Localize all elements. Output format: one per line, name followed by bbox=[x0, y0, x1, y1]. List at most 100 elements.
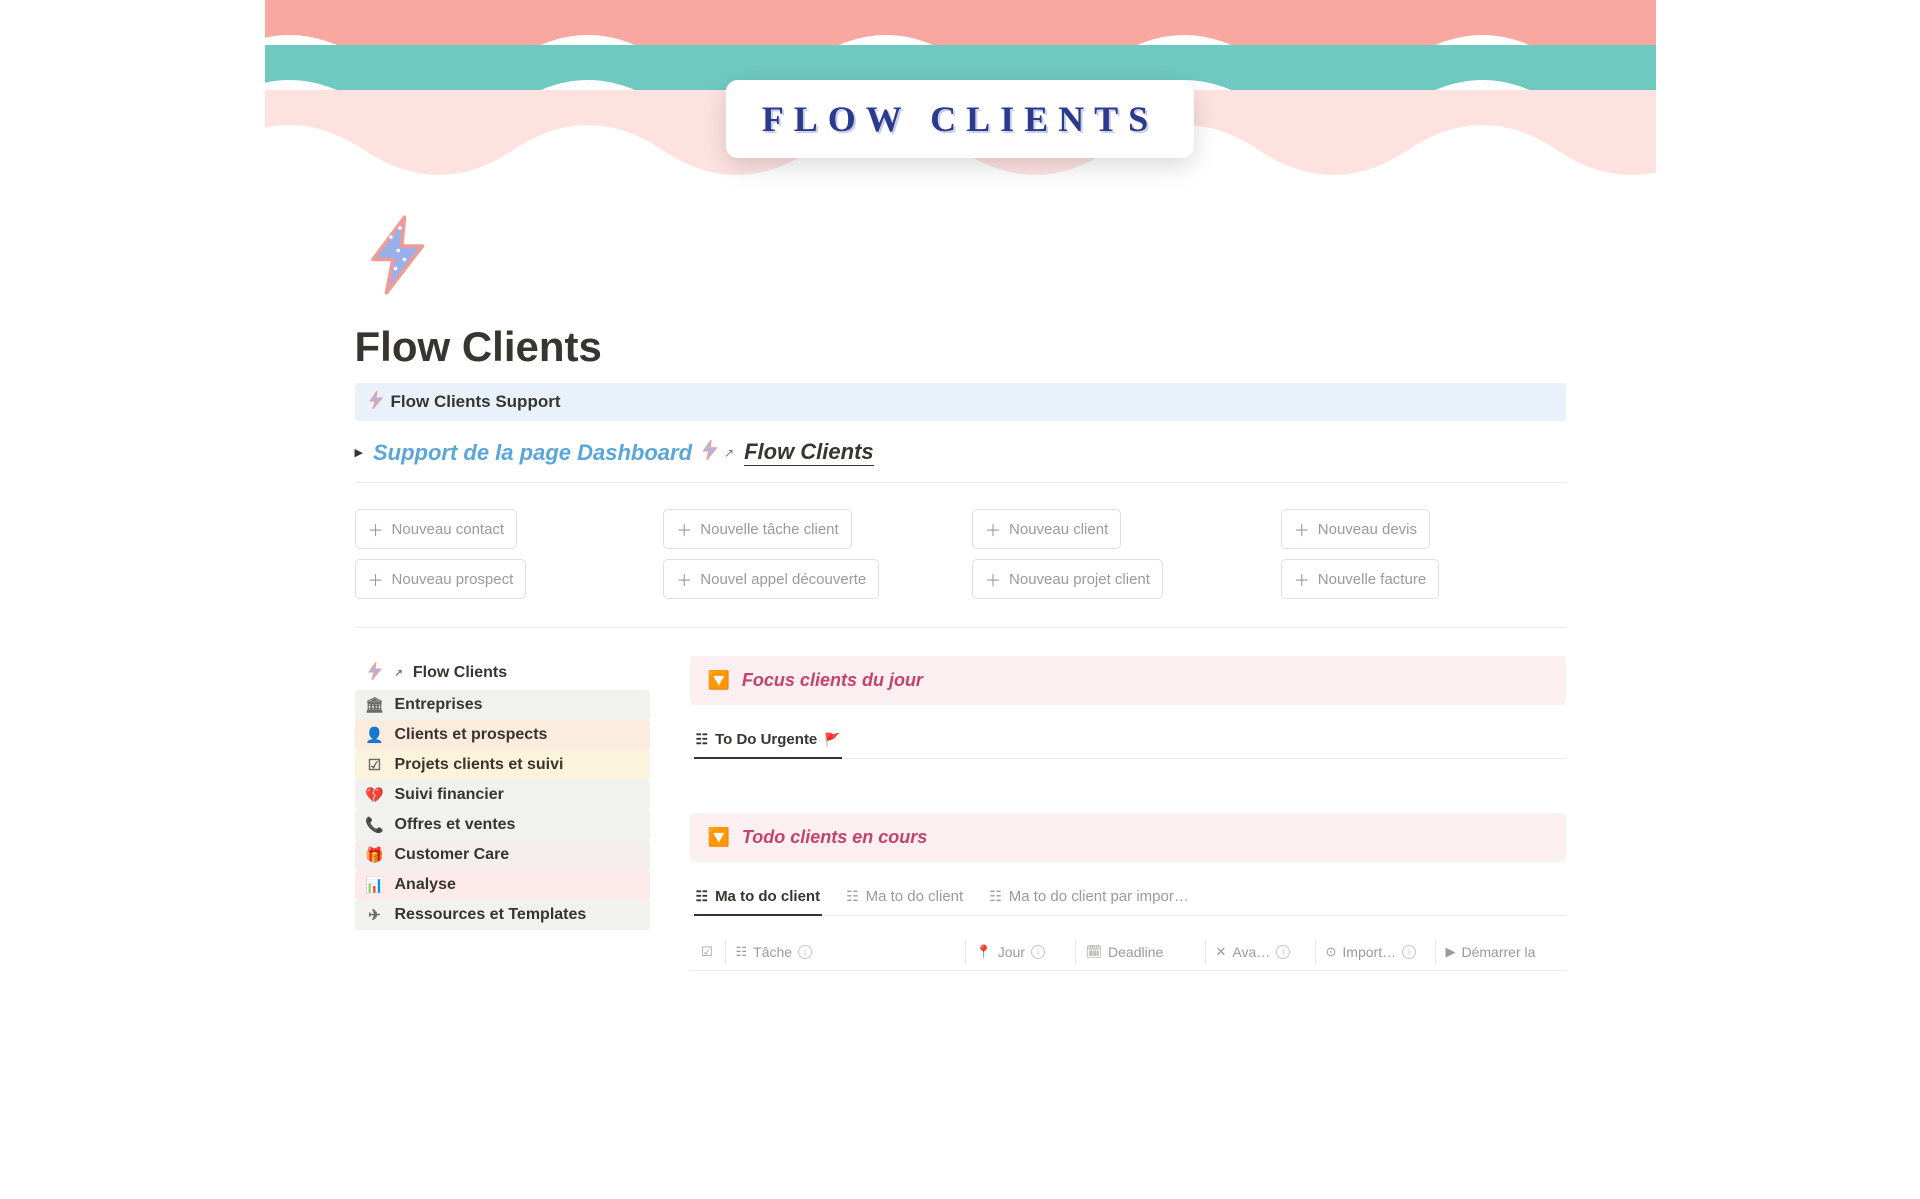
urgent-tab-bar: ☷ To Do Urgente 🚩 bbox=[690, 723, 1566, 759]
nouveau-client-button[interactable]: ＋ Nouveau client bbox=[972, 509, 1121, 549]
toggle-page-ref: Flow Clients bbox=[744, 439, 874, 466]
bank-icon: 🏛 bbox=[365, 696, 385, 714]
nav-item-clients-et-prospects[interactable]: 👤 Clients et prospects bbox=[355, 720, 650, 750]
quick-actions: ＋Nouveau contact ＋Nouveau prospect ＋Nouv… bbox=[355, 509, 1566, 628]
nouvelle-tache-client-button[interactable]: ＋Nouvelle tâche client bbox=[663, 509, 851, 549]
button-label: Nouveau prospect bbox=[392, 571, 514, 588]
lightning-icon bbox=[369, 391, 383, 413]
tab-label: Ma to do client bbox=[866, 888, 964, 905]
col-deadline[interactable]: 🗓 Deadline bbox=[1076, 940, 1206, 964]
nav-item-offres-et-ventes[interactable]: 📞 Offres et ventes bbox=[355, 810, 650, 840]
nav-item-label: Ressources et Templates bbox=[395, 906, 587, 924]
col-tache[interactable]: ☷ Tâchei bbox=[726, 940, 966, 964]
plus-icon: ＋ bbox=[985, 517, 1001, 541]
plus-icon: ＋ bbox=[368, 517, 384, 541]
list-icon: ☷ bbox=[696, 731, 709, 748]
col-jour[interactable]: 📍Jouri bbox=[966, 940, 1076, 964]
checkbox-icon: ☑ bbox=[701, 944, 713, 960]
nav-item-customer-care[interactable]: 🎁 Customer Care bbox=[355, 840, 650, 870]
target-icon: ⊙ bbox=[1326, 944, 1337, 960]
info-icon: i bbox=[1402, 945, 1416, 959]
nouvel-appel-decouverte-button[interactable]: ＋ Nouvel appel découverte bbox=[663, 559, 879, 599]
nouveau-devis-button[interactable]: ＋Nouveau devis bbox=[1281, 509, 1430, 549]
play-icon: ▶ bbox=[1446, 944, 1456, 960]
chart-icon: 📊 bbox=[365, 876, 385, 894]
plus-icon: ＋ bbox=[368, 567, 384, 591]
col-label: Démarrer la bbox=[1462, 944, 1536, 960]
list-icon: ☷ bbox=[696, 888, 709, 905]
col-demarrer[interactable]: ▶ Démarrer la bbox=[1436, 940, 1566, 964]
nav-item-label: Entreprises bbox=[395, 696, 483, 714]
nav-item-ressources-et-templates[interactable]: ✈ Ressources et Templates bbox=[355, 900, 650, 930]
button-label: Nouveau contact bbox=[392, 521, 505, 538]
calendar-icon: 🗓 bbox=[1086, 944, 1103, 960]
focus-clients-callout[interactable]: 🔽 Focus clients du jour bbox=[690, 656, 1566, 705]
todo-tab-bar: ☷Ma to do client☷Ma to do client☷Ma to d… bbox=[690, 880, 1566, 916]
nouveau-prospect-button[interactable]: ＋ Nouveau prospect bbox=[355, 559, 527, 599]
nav-item-label: Customer Care bbox=[395, 846, 510, 864]
col-label: Ava… bbox=[1232, 944, 1270, 960]
send-icon: ✈ bbox=[365, 906, 385, 924]
button-label: Nouveau devis bbox=[1318, 521, 1417, 538]
nav-item-suivi-financier[interactable]: 💔 Suivi financier bbox=[355, 780, 650, 810]
nouveau-contact-button[interactable]: ＋ Nouveau contact bbox=[355, 509, 518, 549]
tab-ma-todo-client-0[interactable]: ☷ Ma to do client bbox=[694, 880, 823, 915]
nav-item-entreprises[interactable]: 🏛 Entreprises bbox=[355, 690, 650, 720]
plus-icon: ＋ bbox=[1294, 567, 1310, 591]
nav-item-analyse[interactable]: 📊Analyse bbox=[355, 870, 650, 900]
tab-ma-todo-client-2[interactable]: ☷Ma to do client par impor… bbox=[987, 880, 1191, 915]
lightning-icon bbox=[702, 440, 718, 465]
support-link[interactable]: Flow Clients Support bbox=[355, 383, 1566, 421]
plus-icon: ＋ bbox=[676, 517, 692, 541]
page-cover: FLOW CLIENTS bbox=[265, 0, 1656, 200]
callout-label: Todo clients en cours bbox=[742, 827, 927, 848]
nav-item-flow-clients[interactable]: ↗ Flow Clients bbox=[355, 656, 650, 690]
nouveau-projet-client-button[interactable]: ＋ Nouveau projet client bbox=[972, 559, 1163, 599]
plus-icon: ＋ bbox=[676, 567, 692, 591]
person-icon: 👤 bbox=[365, 726, 385, 744]
info-icon: i bbox=[798, 945, 812, 959]
nav-item-projets-clients-et-suivi[interactable]: ☑Projets clients et suivi bbox=[355, 750, 650, 780]
tab-label: Ma to do client bbox=[715, 888, 820, 905]
dropdown-arrow-icon: 🔽 bbox=[708, 670, 730, 691]
checklist-icon: ☑ bbox=[365, 756, 385, 774]
table-column-headers: ☑ ☷Tâchei 📍Jouri 🗓Deadline ✕Ava…i ⊙Impor… bbox=[690, 934, 1566, 971]
col-label: Jour bbox=[998, 944, 1025, 960]
nouvelle-facture-button[interactable]: ＋ Nouvelle facture bbox=[1281, 559, 1439, 599]
nav-item-label: Clients et prospects bbox=[395, 726, 548, 744]
todo-clients-callout[interactable]: 🔽 Todo clients en cours bbox=[690, 813, 1566, 862]
button-label: Nouvelle facture bbox=[1318, 571, 1426, 588]
plus-icon: ＋ bbox=[985, 567, 1001, 591]
nav-item-label: Offres et ventes bbox=[395, 816, 516, 834]
dropdown-arrow-icon: 🔽 bbox=[708, 827, 730, 848]
col-label: Deadline bbox=[1108, 944, 1163, 960]
support-link-label: Flow Clients Support bbox=[391, 392, 561, 412]
phone-icon: 📞 bbox=[365, 816, 385, 834]
x-icon: ✕ bbox=[1216, 944, 1227, 960]
nav-item-label: Suivi financier bbox=[395, 786, 504, 804]
arrow-ne-icon: ↗ bbox=[724, 446, 734, 460]
toggle-link-text: Support de la page Dashboard bbox=[373, 440, 692, 466]
bolt-icon bbox=[365, 662, 385, 684]
arrow-ne-icon: ↗ bbox=[395, 668, 403, 679]
page-icon[interactable] bbox=[355, 210, 445, 300]
col-importance[interactable]: ⊙Import…i bbox=[1316, 940, 1436, 964]
info-icon: i bbox=[1031, 945, 1045, 959]
tab-label: To Do Urgente bbox=[715, 731, 817, 748]
flag-icon: 🚩 bbox=[824, 732, 840, 748]
button-label: Nouveau client bbox=[1009, 521, 1108, 538]
heart-icon: 💔 bbox=[365, 786, 385, 804]
tab-ma-todo-client-1[interactable]: ☷Ma to do client bbox=[844, 880, 965, 915]
dashboard-support-toggle[interactable]: ▶ Support de la page Dashboard ↗ Flow Cl… bbox=[355, 439, 1566, 483]
button-label: Nouvel appel découverte bbox=[700, 571, 866, 588]
button-label: Nouveau projet client bbox=[1009, 571, 1150, 588]
tab-todo-urgente[interactable]: ☷ To Do Urgente 🚩 bbox=[694, 723, 843, 758]
list-icon: ☷ bbox=[736, 944, 748, 960]
col-checkbox[interactable]: ☑ bbox=[690, 940, 726, 964]
page-title: Flow Clients bbox=[355, 323, 1566, 371]
nav-item-label: Flow Clients bbox=[413, 664, 507, 682]
col-label: Tâche bbox=[753, 944, 792, 960]
gift-icon: 🎁 bbox=[365, 846, 385, 864]
cover-title-badge: FLOW CLIENTS bbox=[726, 80, 1194, 158]
col-avancement[interactable]: ✕Ava…i bbox=[1206, 940, 1316, 964]
